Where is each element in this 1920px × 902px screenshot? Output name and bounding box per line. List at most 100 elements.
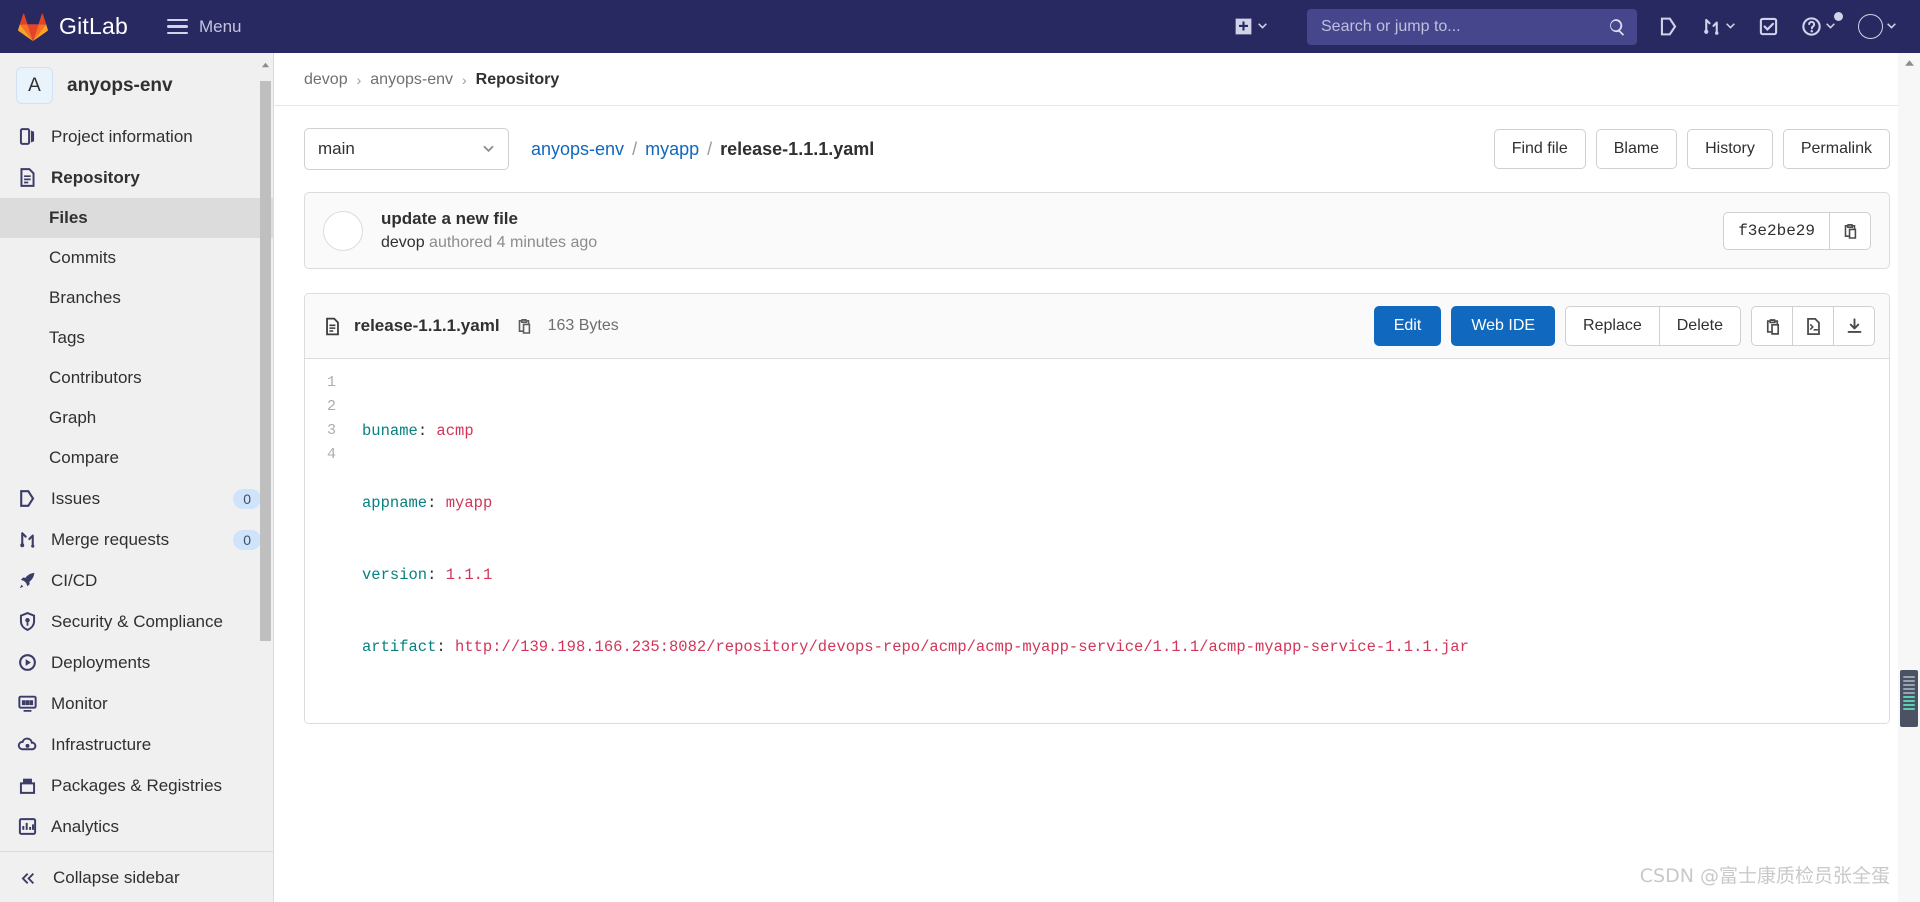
breadcrumb-item-devop[interactable]: devop [304, 71, 348, 89]
line-number[interactable]: 2 [305, 395, 336, 419]
project-header[interactable]: A anyops-env [0, 53, 273, 116]
yaml-value: 1.1.1 [445, 566, 493, 584]
sidebar-scrollbar-thumb[interactable] [260, 81, 271, 641]
status-badge: 0 [233, 488, 261, 509]
commit-sha-group: f3e2be29 [1723, 211, 1871, 250]
page-scrollbar-thumb[interactable] [1900, 670, 1918, 727]
sidebar-item-compare[interactable]: Compare [0, 438, 273, 478]
sidebar-item-label: CI/CD [51, 570, 98, 590]
line-number-gutter: 1 2 3 4 [305, 371, 349, 707]
sidebar-item-infrastructure[interactable]: Infrastructure [0, 724, 273, 765]
issues-icon [1660, 17, 1677, 36]
breadcrumb-item-anyops-env[interactable]: anyops-env [370, 71, 453, 89]
commit-meta: devop authored 4 minutes ago [381, 234, 597, 252]
yaml-colon: : [417, 422, 437, 440]
sidebar-item-issues[interactable]: Issues 0 [0, 478, 273, 519]
deployments-icon [19, 654, 36, 671]
todos-nav-button[interactable] [1749, 8, 1788, 45]
line-number[interactable]: 4 [305, 443, 336, 467]
blame-button[interactable]: Blame [1595, 129, 1678, 169]
scroll-up-arrow-icon[interactable] [260, 59, 271, 72]
scroll-up-arrow-icon[interactable] [1901, 56, 1917, 70]
find-file-button[interactable]: Find file [1493, 129, 1586, 169]
branch-selector[interactable]: main [304, 128, 509, 170]
line-number[interactable]: 3 [305, 419, 336, 443]
minimap-lines [1900, 670, 1918, 716]
commit-message[interactable]: update a new file [381, 209, 597, 229]
search-input[interactable] [1307, 8, 1637, 45]
path-item-folder[interactable]: myapp [645, 139, 699, 160]
gitlab-brand[interactable]: GitLab [18, 12, 128, 42]
sidebar-item-packages-registries[interactable]: Packages & Registries [0, 765, 273, 806]
file-header-row: main anyops-env / myapp / release-1.1.1.… [304, 128, 1890, 170]
commit-timestamp: authored 4 minutes ago [429, 234, 598, 251]
sidebar-item-analytics[interactable]: Analytics [0, 806, 273, 847]
edit-button[interactable]: Edit [1373, 306, 1442, 346]
sidebar-item-tags[interactable]: Tags [0, 318, 273, 358]
sidebar-item-cicd[interactable]: CI/CD [0, 560, 273, 601]
yaml-colon: : [436, 638, 456, 656]
delete-button[interactable]: Delete [1658, 306, 1741, 346]
replace-delete-group: Replace Delete [1565, 306, 1741, 346]
watermark: CSDN @富士康质检员张全蛋 [1639, 865, 1890, 887]
sidebar-scrollbar[interactable] [260, 59, 271, 902]
sidebar-item-label: Merge requests [51, 529, 170, 549]
repository-doc-icon [20, 168, 35, 187]
download-icon [1847, 317, 1861, 333]
file-card-header: release-1.1.1.yaml 163 Bytes Edit Web ID… [305, 294, 1889, 359]
sidebar-item-graph[interactable]: Graph [0, 398, 273, 438]
sidebar-item-label: Monitor [51, 693, 108, 713]
sidebar-item-commits[interactable]: Commits [0, 238, 273, 278]
chart-bar-icon [18, 818, 37, 835]
last-commit-panel: update a new file devop authored 4 minut… [304, 192, 1890, 269]
breadcrumb-item-repository[interactable]: Repository [476, 71, 560, 89]
issues-nav-button[interactable] [1649, 8, 1688, 45]
project-avatar: A [16, 67, 53, 104]
merge-requests-nav-button[interactable] [1692, 8, 1745, 45]
permalink-button[interactable]: Permalink [1782, 129, 1890, 169]
copy-commit-sha-button[interactable] [1829, 211, 1871, 250]
path-item-repo[interactable]: anyops-env [531, 139, 624, 160]
path-separator: / [707, 138, 713, 159]
sidebar-item-deployments[interactable]: Deployments [0, 642, 273, 683]
collapse-sidebar-button[interactable]: Collapse sidebar [0, 851, 273, 902]
sidebar-item-monitor[interactable]: Monitor [0, 683, 273, 724]
commit-sha[interactable]: f3e2be29 [1723, 211, 1829, 250]
sidebar-item-label: Infrastructure [51, 734, 152, 754]
branch-name: main [318, 139, 355, 158]
sidebar-item-files[interactable]: Files [0, 198, 273, 238]
code-lines[interactable]: buname: acmp appname: myapp version: 1.1… [349, 371, 1889, 707]
breadcrumb-separator: › [461, 72, 467, 88]
line-number[interactable]: 1 [305, 371, 336, 395]
copy-contents-button[interactable] [1751, 306, 1793, 346]
main-menu-button[interactable]: Menu [158, 10, 251, 44]
help-nav-button[interactable] [1792, 8, 1845, 45]
hamburger-icon [166, 18, 188, 35]
user-menu-button[interactable] [1849, 6, 1906, 47]
copy-file-path-button[interactable] [512, 314, 536, 338]
commit-author[interactable]: devop [381, 234, 425, 251]
sidebar-item-label: Branches [49, 288, 121, 307]
open-raw-button[interactable] [1792, 306, 1834, 346]
web-ide-button[interactable]: Web IDE [1451, 306, 1556, 346]
sidebar-item-branches[interactable]: Branches [0, 278, 273, 318]
sidebar-item-security-compliance[interactable]: Security & Compliance [0, 601, 273, 642]
sidebar-item-project-information[interactable]: Project information [0, 116, 273, 157]
sidebar-item-contributors[interactable]: Contributors [0, 358, 273, 398]
replace-button[interactable]: Replace [1565, 306, 1660, 346]
file-icon-actions [1751, 306, 1875, 346]
shield-icon [19, 612, 36, 631]
file-card-actions: Edit Web IDE Replace Delete [1373, 306, 1875, 346]
sidebar-item-repository[interactable]: Repository [0, 157, 273, 198]
breadcrumb-separator: › [356, 72, 362, 88]
sidebar-item-merge-requests[interactable]: Merge requests 0 [0, 519, 273, 560]
open-raw-file-icon [1806, 317, 1820, 335]
package-icon [19, 778, 36, 794]
main-content: devop › anyops-env › Repository main any… [274, 53, 1920, 902]
page-scrollbar[interactable] [1898, 53, 1920, 902]
create-new-button[interactable] [1224, 8, 1277, 45]
project-sidebar: A anyops-env Project information Reposit… [0, 53, 274, 902]
download-button[interactable] [1833, 306, 1875, 346]
global-search[interactable] [1307, 8, 1637, 45]
history-button[interactable]: History [1687, 129, 1773, 169]
